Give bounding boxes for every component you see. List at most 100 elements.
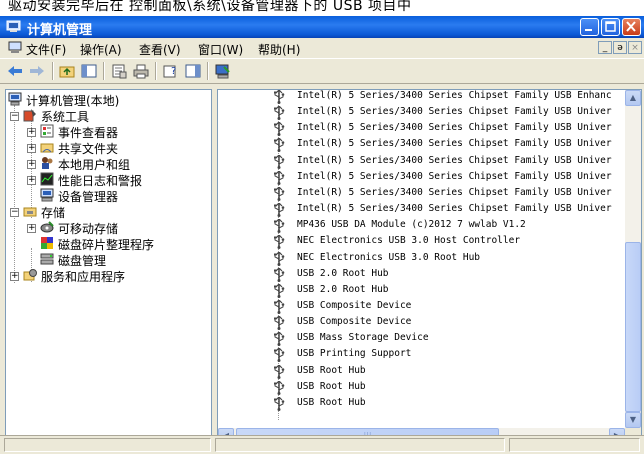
maximize-button[interactable] bbox=[601, 18, 620, 36]
toolbar-separator bbox=[207, 62, 209, 80]
device-label: USB Printing Support bbox=[297, 348, 412, 360]
usb-icon bbox=[274, 332, 285, 347]
usb-icon bbox=[274, 90, 285, 104]
collapse-icon[interactable]: − bbox=[10, 208, 19, 217]
tree-label: 磁盘碎片整理程序 bbox=[58, 238, 155, 252]
device-label: USB Root Hub bbox=[297, 380, 366, 392]
computer-icon bbox=[8, 92, 22, 106]
print-icon[interactable] bbox=[132, 63, 150, 79]
properties-icon[interactable] bbox=[110, 63, 128, 79]
expand-icon[interactable]: + bbox=[10, 272, 19, 281]
mdi-close-button[interactable]: × bbox=[628, 41, 642, 54]
tree-label: 存储 bbox=[41, 206, 66, 220]
usb-icon bbox=[274, 203, 285, 218]
tree-label: 系统工具 bbox=[41, 110, 90, 124]
usb-icon bbox=[274, 299, 285, 314]
usb-icon bbox=[274, 186, 285, 201]
device-label: MP436 USB DA Module (c)2012 7 wwlab V1.2 bbox=[297, 219, 526, 231]
device-label: NEC Electronics USB 3.0 Root Hub bbox=[297, 251, 481, 263]
device-label: USB 2.0 Root Hub bbox=[297, 267, 389, 279]
help-icon[interactable]: ? bbox=[162, 63, 180, 79]
forward-icon[interactable] bbox=[28, 63, 46, 79]
tree-label: 服务和应用程序 bbox=[41, 270, 126, 284]
device-label: USB Composite Device bbox=[297, 316, 412, 328]
expand-icon[interactable]: + bbox=[27, 224, 36, 233]
close-icon bbox=[626, 21, 636, 32]
removable-storage-icon bbox=[40, 221, 54, 233]
tree-line bbox=[14, 105, 15, 283]
console-tree: 计算机管理(本地) − 系统工具 + 事件查看器 + 共享文件夹 + 本地用户和… bbox=[5, 89, 212, 445]
expand-icon[interactable]: + bbox=[27, 144, 36, 153]
device-label: Intel(R) 5 Series/3400 Series Chipset Fa… bbox=[297, 170, 612, 182]
expand-icon[interactable]: + bbox=[27, 128, 36, 137]
toolbar-separator bbox=[103, 62, 105, 80]
usb-icon bbox=[274, 251, 285, 266]
device-label: Intel(R) 5 Series/3400 Series Chipset Fa… bbox=[297, 106, 612, 118]
usb-icon bbox=[274, 267, 285, 282]
event-viewer-icon bbox=[40, 124, 54, 138]
scroll-up-button[interactable]: ▲ bbox=[625, 90, 641, 106]
window-title: 计算机管理 bbox=[27, 23, 93, 38]
device-label: USB Composite Device bbox=[297, 299, 412, 311]
menubar: 文件(F) 操作(A) 查看(V) 窗口(W) 帮助(H) _ ə × bbox=[0, 38, 644, 58]
usb-icon bbox=[274, 348, 285, 363]
maximize-icon bbox=[605, 21, 616, 32]
status-panel bbox=[215, 438, 505, 452]
tree-label: 设备管理器 bbox=[58, 190, 119, 204]
shared-folder-icon bbox=[40, 143, 54, 153]
system-menu-icon[interactable] bbox=[8, 41, 22, 54]
background-caption: 驱动安装完毕后在 控制面板\系统\设备管理器下的 USB 项目中 bbox=[0, 0, 644, 16]
menu-file[interactable]: 文件(F) bbox=[26, 41, 66, 58]
usb-icon bbox=[274, 364, 285, 379]
collapse-icon[interactable]: − bbox=[10, 112, 19, 121]
mdi-minimize-button[interactable]: _ bbox=[598, 41, 612, 54]
device-label: Intel(R) 5 Series/3400 Series Chipset Fa… bbox=[297, 90, 612, 101]
expand-icon[interactable]: + bbox=[27, 176, 36, 185]
toolbar: ? bbox=[0, 58, 644, 84]
device-label: Intel(R) 5 Series/3400 Series Chipset Fa… bbox=[297, 203, 612, 215]
device-label: Intel(R) 5 Series/3400 Series Chipset Fa… bbox=[297, 138, 612, 150]
usb-icon bbox=[274, 396, 285, 411]
menu-view[interactable]: 查看(V) bbox=[139, 41, 181, 58]
minimize-button[interactable] bbox=[580, 18, 599, 36]
toolbar-separator bbox=[155, 62, 157, 80]
svg-text:?: ? bbox=[171, 66, 176, 77]
usb-icon bbox=[274, 154, 285, 169]
scroll-down-button[interactable]: ▼ bbox=[625, 412, 641, 428]
back-icon[interactable] bbox=[6, 63, 24, 79]
device-label: USB Mass Storage Device bbox=[297, 332, 429, 344]
device-label: USB Root Hub bbox=[297, 364, 366, 376]
show-hide-action-pane-icon[interactable] bbox=[184, 63, 202, 79]
usb-icon bbox=[274, 170, 285, 185]
device-label: USB Root Hub bbox=[297, 396, 366, 408]
tree-label: 共享文件夹 bbox=[58, 142, 119, 156]
menu-action[interactable]: 操作(A) bbox=[80, 41, 122, 58]
expand-icon[interactable]: + bbox=[27, 160, 36, 169]
defrag-icon bbox=[41, 237, 53, 249]
device-label: NEC Electronics USB 3.0 Host Controller bbox=[297, 235, 521, 247]
system-tools-icon bbox=[23, 109, 36, 122]
computer-icon[interactable] bbox=[214, 63, 232, 79]
vertical-scroll-thumb[interactable] bbox=[625, 242, 641, 412]
tree-label: 事件查看器 bbox=[58, 126, 119, 140]
status-panel bbox=[4, 438, 211, 452]
device-label: USB 2.0 Root Hub bbox=[297, 283, 389, 295]
usb-icon bbox=[274, 283, 285, 298]
usb-icon bbox=[274, 122, 285, 137]
menu-window[interactable]: 窗口(W) bbox=[198, 41, 243, 58]
vertical-scrollbar[interactable]: ▲ ▼ bbox=[625, 90, 641, 428]
mdi-restore-button[interactable]: ə bbox=[613, 41, 627, 54]
device-label: Intel(R) 5 Series/3400 Series Chipset Fa… bbox=[297, 122, 612, 134]
up-folder-icon[interactable] bbox=[58, 63, 76, 79]
tree-label: 计算机管理(本地) bbox=[26, 94, 120, 108]
usb-icon bbox=[274, 138, 285, 153]
tree-label: 性能日志和警报 bbox=[58, 174, 143, 188]
close-button[interactable] bbox=[622, 18, 641, 36]
status-panel bbox=[509, 438, 640, 452]
toolbar-separator bbox=[52, 62, 54, 80]
usb-icon bbox=[274, 380, 285, 395]
device-label: Intel(R) 5 Series/3400 Series Chipset Fa… bbox=[297, 186, 612, 198]
menu-help[interactable]: 帮助(H) bbox=[258, 41, 300, 58]
show-hide-tree-icon[interactable] bbox=[80, 63, 98, 79]
users-icon bbox=[42, 157, 53, 169]
